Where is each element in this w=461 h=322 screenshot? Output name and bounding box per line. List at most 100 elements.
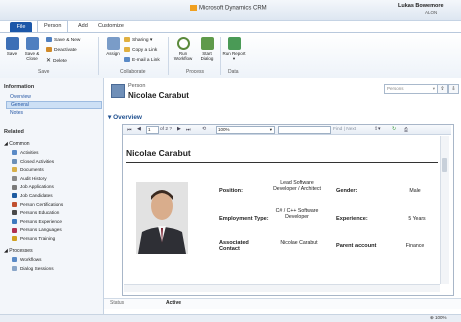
view-selector[interactable]: Persons ▾ bbox=[384, 84, 438, 94]
deactivate-button[interactable]: Deactivate bbox=[46, 47, 77, 53]
first-page-icon[interactable]: ⏮ bbox=[127, 127, 131, 133]
app-title-text: Microsoft Dynamics CRM bbox=[199, 5, 267, 12]
nav-related-item[interactable]: Person Certifications bbox=[12, 202, 63, 207]
deactivate-icon bbox=[46, 47, 52, 52]
section-overview-label: Overview bbox=[113, 114, 142, 121]
nav-related-item[interactable]: Audit History bbox=[12, 175, 47, 182]
section-overview-title[interactable]: ▾ Overview bbox=[108, 113, 142, 121]
save-close-label: Save & Close bbox=[24, 51, 40, 61]
position-label: Position: bbox=[219, 188, 243, 194]
nav-item-icon bbox=[12, 210, 17, 216]
save-button[interactable]: Save bbox=[4, 37, 20, 56]
save-close-icon bbox=[25, 37, 39, 50]
nav-related-item[interactable]: Closed Activities bbox=[12, 159, 54, 164]
nav-related-item[interactable]: Persons Languages bbox=[12, 227, 62, 233]
experience-value: 5 Years bbox=[408, 216, 426, 222]
nav-process-item[interactable]: Dialog Sessions bbox=[12, 266, 54, 271]
next-page-icon[interactable]: ▶ bbox=[177, 127, 181, 132]
previous-page-icon[interactable]: ◀ bbox=[137, 127, 141, 132]
tab-file[interactable]: File bbox=[10, 22, 32, 32]
nav-processes-group[interactable]: ◢ Processes bbox=[4, 248, 33, 254]
tab-person[interactable]: Person bbox=[37, 20, 69, 32]
email-link-icon bbox=[124, 57, 130, 62]
nav-notes[interactable]: Notes bbox=[10, 110, 23, 116]
nav-item-label: Dialog Sessions bbox=[20, 265, 54, 271]
user-name[interactable]: Lukas Bowemore bbox=[398, 3, 444, 9]
nav-item-icon bbox=[12, 219, 17, 225]
nav-related-item[interactable]: Job Applications bbox=[12, 184, 54, 190]
run-report-button[interactable]: Run Report ▾ bbox=[222, 37, 246, 61]
tab-add[interactable]: Add bbox=[72, 21, 94, 32]
nav-related-item[interactable]: Activities bbox=[12, 150, 39, 156]
vertical-scrollbar[interactable] bbox=[440, 136, 449, 284]
run-workflow-label: Run Workflow bbox=[173, 51, 193, 61]
run-report-icon bbox=[227, 37, 241, 50]
nav-common-group[interactable]: ◢ Common bbox=[4, 141, 30, 147]
sharing-button[interactable]: Sharing ▾ bbox=[124, 37, 152, 43]
nav-item-label: Job Applications bbox=[20, 184, 54, 190]
deactivate-label: Deactivate bbox=[54, 47, 77, 53]
nav-item-icon bbox=[12, 176, 17, 182]
nav-item-label: Persons Education bbox=[20, 210, 60, 216]
record-title: Nicolae Carabut bbox=[128, 91, 189, 100]
find-next-link[interactable]: Find | Next bbox=[333, 127, 356, 132]
nav-item-icon bbox=[12, 265, 17, 271]
nav-related-item[interactable]: Persons Education bbox=[12, 210, 60, 216]
zoom-level[interactable]: ⊕ 100% bbox=[430, 315, 447, 321]
nav-related-item[interactable]: Persons Experience bbox=[12, 219, 62, 225]
status-value: Active bbox=[166, 300, 182, 306]
group-data-label: Data bbox=[228, 69, 239, 75]
ribbon-separator bbox=[220, 37, 221, 75]
associated-contact-value[interactable]: Nicolae Carabut bbox=[280, 240, 318, 246]
ribbon-separator bbox=[98, 37, 99, 75]
refresh-icon[interactable]: ↻ bbox=[392, 127, 396, 132]
copy-link-button[interactable]: Copy a Link bbox=[124, 47, 157, 53]
status-bar bbox=[104, 298, 461, 309]
chevron-down-icon: ▾ bbox=[269, 127, 272, 132]
page-number-input[interactable]: 1 bbox=[146, 126, 159, 134]
nav-processes-label: Processes bbox=[9, 248, 33, 254]
nav-information-heading: Information bbox=[4, 84, 35, 90]
assign-button[interactable]: Assign bbox=[104, 37, 122, 56]
last-page-icon[interactable]: ⏭ bbox=[186, 127, 190, 133]
nav-common-label: Common bbox=[9, 141, 30, 147]
back-icon[interactable]: ⟲ bbox=[202, 127, 206, 132]
view-selector-value: Persons bbox=[387, 86, 404, 91]
save-new-button[interactable]: Save & New bbox=[46, 37, 80, 43]
status-label: Status bbox=[110, 300, 125, 306]
employment-type-label: Employment Type: bbox=[219, 216, 269, 222]
gender-value: Male bbox=[409, 188, 421, 194]
find-input[interactable] bbox=[278, 126, 331, 134]
start-dialog-icon bbox=[200, 37, 214, 50]
page-count: of 2 ? bbox=[160, 127, 173, 132]
employment-type-value: C# / C++ Software Developer bbox=[275, 208, 319, 220]
nav-item-label: Activities bbox=[20, 150, 39, 155]
nav-related-item[interactable]: Persons Training bbox=[12, 236, 55, 242]
nav-item-icon bbox=[12, 257, 17, 263]
print-icon[interactable]: ⎙ bbox=[404, 127, 408, 133]
previous-record-button[interactable]: ⇧ bbox=[437, 84, 448, 94]
nav-related-item[interactable]: Documents bbox=[12, 167, 44, 173]
app-title: Microsoft Dynamics CRM bbox=[190, 5, 267, 12]
export-icon[interactable]: ⇪▾ bbox=[374, 127, 380, 132]
email-link-button[interactable]: E-mail a Link bbox=[124, 57, 160, 63]
nav-item-label: Audit History bbox=[20, 175, 47, 181]
nav-general[interactable]: General bbox=[6, 101, 102, 109]
parent-account-value[interactable]: Finance bbox=[396, 243, 434, 249]
run-workflow-button[interactable]: Run Workflow bbox=[172, 37, 194, 61]
group-save-label: Save bbox=[38, 69, 50, 75]
nav-related-item[interactable]: Job Candidates bbox=[12, 193, 53, 199]
delete-button[interactable]: ✕ Delete bbox=[46, 57, 67, 64]
zoom-select[interactable]: 100% ▾ bbox=[216, 126, 275, 134]
start-dialog-button[interactable]: Start Dialog bbox=[196, 37, 218, 61]
sharing-label: Sharing bbox=[132, 37, 149, 43]
nav-process-item[interactable]: Workflows bbox=[12, 257, 42, 263]
tab-customize[interactable]: Customize bbox=[92, 21, 130, 32]
next-record-button[interactable]: ⇩ bbox=[448, 84, 459, 94]
copy-link-icon bbox=[124, 47, 130, 52]
nav-overview[interactable]: Overview bbox=[10, 94, 31, 100]
horizontal-scrollbar[interactable] bbox=[124, 284, 440, 292]
group-collaborate-label: Collaborate bbox=[120, 69, 146, 75]
scroll-thumb[interactable] bbox=[442, 158, 447, 172]
save-close-button[interactable]: Save & Close bbox=[22, 37, 42, 61]
